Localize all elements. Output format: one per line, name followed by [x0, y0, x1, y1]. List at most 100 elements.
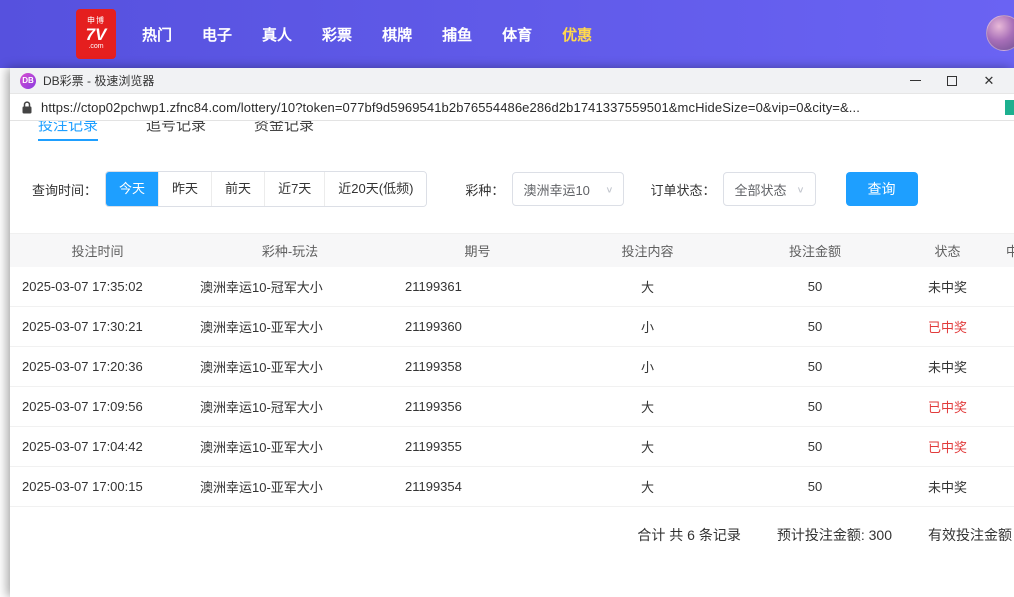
- order-status-select[interactable]: 全部状态 ∨: [723, 172, 815, 206]
- nav-item-hot[interactable]: 热门: [142, 24, 172, 45]
- nav-item-lottery[interactable]: 彩票: [322, 24, 352, 45]
- time-option-7days[interactable]: 近7天: [264, 172, 324, 206]
- nav-item-live[interactable]: 真人: [262, 24, 292, 45]
- bet-time-cell: 2025-03-07 17:35:02: [10, 267, 185, 307]
- tab-chase-records[interactable]: 追号记录: [146, 121, 206, 141]
- content-cell: 大: [560, 267, 735, 307]
- prize-cell: [1000, 387, 1014, 427]
- lottery-select[interactable]: 澳洲幸运10 ∨: [512, 172, 624, 206]
- prize-cell: [1000, 467, 1014, 507]
- logo-main-text: 7V: [86, 26, 107, 44]
- lottery-filter-label: 彩种：: [465, 180, 504, 199]
- issue-cell: 21199361: [395, 267, 560, 307]
- status-cell: 已中奖: [895, 387, 1000, 427]
- game-cell: 澳洲幸运10-亚军大小: [185, 307, 395, 347]
- table-row: 2025-03-07 17:00:15 澳洲幸运10-亚军大小 21199354…: [10, 467, 1014, 507]
- issue-cell: 21199356: [395, 387, 560, 427]
- game-cell: 澳洲幸运10-亚军大小: [185, 427, 395, 467]
- nav-item-fishing[interactable]: 捕鱼: [442, 24, 472, 45]
- minimize-button[interactable]: [908, 74, 922, 88]
- game-cell: 澳洲幸运10-亚军大小: [185, 467, 395, 507]
- address-bar[interactable]: https://ctop02pchwp1.zfnc84.com/lottery/…: [10, 94, 1014, 121]
- game-cell: 澳洲幸运10-亚军大小: [185, 347, 395, 387]
- table-header-row: 投注时间 彩种-玩法 期号 投注内容 投注金额 状态 中: [10, 234, 1014, 267]
- site-navbar: 申博 7V .com 热门 电子 真人 彩票 棋牌 捕鱼 体育 优惠: [0, 0, 1014, 68]
- window-controls: ✕: [908, 74, 1004, 88]
- content-cell: 小: [560, 307, 735, 347]
- table-row: 2025-03-07 17:20:36 澳洲幸运10-亚军大小 21199358…: [10, 347, 1014, 387]
- site-logo[interactable]: 申博 7V .com: [76, 9, 116, 59]
- lottery-select-value: 澳洲幸运10: [523, 180, 589, 199]
- filter-bar: 查询时间： 今天 昨天 前天 近7天 近20天(低频) 彩种： 澳洲幸运10 ∨…: [32, 171, 1014, 207]
- nav-item-sports[interactable]: 体育: [502, 24, 532, 45]
- bet-time-cell: 2025-03-07 17:20:36: [10, 347, 185, 387]
- nav-menu: 热门 电子 真人 彩票 棋牌 捕鱼 体育 优惠: [142, 24, 592, 45]
- chevron-down-icon: ∨: [605, 184, 613, 194]
- time-option-20days[interactable]: 近20天(低频): [324, 172, 426, 206]
- status-cell: 未中奖: [895, 267, 1000, 307]
- content-cell: 大: [560, 467, 735, 507]
- page-content: 投注记录 追号记录 资金记录 查询时间： 今天 昨天 前天 近7天 近20天(低…: [10, 121, 1014, 597]
- status-cell: 未中奖: [895, 347, 1000, 387]
- record-count: 合计 共 6 条记录: [637, 525, 740, 545]
- header-game: 彩种-玩法: [185, 234, 395, 267]
- search-button[interactable]: 查询: [846, 172, 918, 206]
- amount-cell: 50: [735, 387, 895, 427]
- tab-fund-records[interactable]: 资金记录: [254, 121, 314, 141]
- bet-time-cell: 2025-03-07 17:04:42: [10, 427, 185, 467]
- url-text: https://ctop02pchwp1.zfnc84.com/lottery/…: [41, 100, 860, 115]
- table-row: 2025-03-07 17:04:42 澳洲幸运10-亚军大小 21199355…: [10, 427, 1014, 467]
- bet-time-cell: 2025-03-07 17:09:56: [10, 387, 185, 427]
- bet-time-cell: 2025-03-07 17:30:21: [10, 307, 185, 347]
- extension-icon[interactable]: [1005, 100, 1014, 115]
- bet-table-body: 2025-03-07 17:35:02 澳洲幸运10-冠军大小 21199361…: [10, 267, 1014, 507]
- order-status-value: 全部状态: [734, 180, 786, 199]
- valid-bet-amount: 有效投注金额: [928, 525, 1012, 545]
- game-cell: 澳洲幸运10-冠军大小: [185, 267, 395, 307]
- header-bet-time: 投注时间: [10, 234, 185, 267]
- record-tabs: 投注记录 追号记录 资金记录: [10, 121, 1014, 141]
- prize-cell: [1000, 267, 1014, 307]
- issue-cell: 21199355: [395, 427, 560, 467]
- amount-cell: 50: [735, 427, 895, 467]
- status-cell: 未中奖: [895, 467, 1000, 507]
- time-option-today[interactable]: 今天: [106, 172, 158, 206]
- amount-cell: 50: [735, 307, 895, 347]
- table-row: 2025-03-07 17:30:21 澳洲幸运10-亚军大小 21199360…: [10, 307, 1014, 347]
- amount-cell: 50: [735, 347, 895, 387]
- nav-item-chess[interactable]: 棋牌: [382, 24, 412, 45]
- amount-cell: 50: [735, 267, 895, 307]
- header-prize: 中: [1000, 234, 1014, 267]
- time-filter-group: 今天 昨天 前天 近7天 近20天(低频): [105, 171, 427, 207]
- header-issue: 期号: [395, 234, 560, 267]
- issue-cell: 21199354: [395, 467, 560, 507]
- close-button[interactable]: ✕: [982, 74, 996, 88]
- amount-cell: 50: [735, 467, 895, 507]
- browser-window: DB DB彩票 - 极速浏览器 ✕ https://ctop02pchwp1.z…: [10, 68, 1014, 597]
- status-cell: 已中奖: [895, 307, 1000, 347]
- content-cell: 大: [560, 387, 735, 427]
- issue-cell: 21199358: [395, 347, 560, 387]
- content-cell: 小: [560, 347, 735, 387]
- nav-item-electronic[interactable]: 电子: [202, 24, 232, 45]
- order-status-label: 订单状态：: [650, 180, 715, 199]
- time-option-yesterday[interactable]: 昨天: [158, 172, 211, 206]
- status-cell: 已中奖: [895, 427, 1000, 467]
- header-content: 投注内容: [560, 234, 735, 267]
- bet-time-cell: 2025-03-07 17:00:15: [10, 467, 185, 507]
- user-avatar[interactable]: [986, 15, 1014, 51]
- time-option-day-before[interactable]: 前天: [211, 172, 264, 206]
- bet-table: 投注时间 彩种-玩法 期号 投注内容 投注金额 状态 中 2025-03-07 …: [10, 233, 1014, 507]
- browser-tab-icon: DB: [20, 73, 36, 89]
- prize-cell: [1000, 307, 1014, 347]
- maximize-button[interactable]: [945, 74, 959, 88]
- prize-cell: [1000, 347, 1014, 387]
- tab-bet-records[interactable]: 投注记录: [38, 121, 98, 141]
- chevron-down-icon: ∨: [796, 184, 804, 194]
- logo-bottom-text: .com: [88, 43, 103, 50]
- nav-item-promo[interactable]: 优惠: [562, 24, 592, 45]
- summary-bar: 合计 共 6 条记录 预计投注金额: 300 有效投注金额: [10, 525, 1014, 545]
- header-status: 状态: [895, 234, 1000, 267]
- window-titlebar: DB DB彩票 - 极速浏览器 ✕: [10, 68, 1014, 94]
- table-row: 2025-03-07 17:35:02 澳洲幸运10-冠军大小 21199361…: [10, 267, 1014, 307]
